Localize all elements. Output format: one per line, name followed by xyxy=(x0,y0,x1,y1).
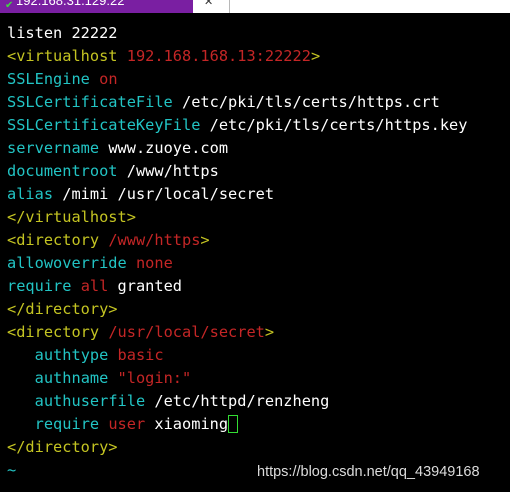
config-token: xiaoming xyxy=(154,415,229,433)
config-token: > xyxy=(310,47,321,65)
config-token: ~ xyxy=(7,461,17,479)
config-token: user xyxy=(108,415,155,433)
config-token: allowoverride xyxy=(7,254,136,272)
config-token: SSLCertificateFile xyxy=(7,93,182,111)
watermark: https://blog.csdn.net/qq_43949168 xyxy=(257,464,480,480)
config-token: servername xyxy=(7,139,109,157)
config-line: authuserfile /etc/httpd/renzheng xyxy=(7,390,510,413)
config-token: listen 22222 xyxy=(7,24,118,42)
config-token: SSLEngine xyxy=(7,70,100,88)
tab-title: 192.168.31.129:22 xyxy=(16,0,125,8)
config-line: allowoverride none xyxy=(7,252,510,275)
tab-bar: ✔ 192.168.31.129:22 ✕ xyxy=(0,0,510,13)
config-token: </directory> xyxy=(7,438,118,456)
close-icon[interactable]: ✕ xyxy=(204,0,216,9)
config-token: alias xyxy=(7,185,63,203)
config-token: all xyxy=(80,277,109,295)
config-line: require user xiaoming xyxy=(7,413,510,436)
config-token: /mimi /usr/local/secret xyxy=(62,185,275,203)
config-line: <virtualhost 192.168.168.13:22222> xyxy=(7,45,510,68)
config-token: basic xyxy=(117,346,164,364)
config-token xyxy=(7,346,35,364)
terminal-editor[interactable]: listen 22222 <virtualhost 192.168.168.13:… xyxy=(7,22,510,482)
tab-divider xyxy=(229,0,230,13)
config-token: authname xyxy=(34,369,118,387)
session-tab[interactable]: ✔ 192.168.31.129:22 xyxy=(0,0,193,13)
config-token xyxy=(7,369,35,387)
config-token: /usr/local/secret xyxy=(108,323,265,341)
config-line: </directory> xyxy=(7,298,510,321)
config-line: SSLEngine on xyxy=(7,68,510,91)
config-token: www.zuoye.com xyxy=(108,139,229,157)
config-token: require xyxy=(7,277,81,295)
config-line: SSLCertificateFile /etc/pki/tls/certs/ht… xyxy=(7,91,510,114)
config-line: listen 22222 xyxy=(7,22,510,45)
config-token: /www/https xyxy=(126,162,219,180)
config-token: none xyxy=(135,254,173,272)
config-line: </directory> xyxy=(7,436,510,459)
config-token: granted xyxy=(108,277,183,295)
config-line: authname "login:" xyxy=(7,367,510,390)
config-line: SSLCertificateKeyFile /etc/pki/tls/certs… xyxy=(7,114,510,137)
config-token xyxy=(7,415,35,433)
config-token: on xyxy=(99,70,118,88)
config-token: authuserfile xyxy=(34,392,155,410)
config-token: /etc/pki/tls/certs/https.key xyxy=(209,116,468,134)
config-token: <virtualhost xyxy=(7,47,127,65)
config-token xyxy=(7,392,35,410)
config-token: /etc/pki/tls/certs/https.crt xyxy=(181,93,440,111)
config-line: servername www.zuoye.com xyxy=(7,137,510,160)
config-token: > xyxy=(200,231,210,249)
config-token: </directory> xyxy=(7,300,118,318)
config-line: authtype basic xyxy=(7,344,510,367)
config-line: </virtualhost> xyxy=(7,206,510,229)
config-line: <directory /usr/local/secret> xyxy=(7,321,510,344)
config-line: <directory /www/https> xyxy=(7,229,510,252)
config-token: /etc/httpd/renzheng xyxy=(154,392,330,410)
config-token: documentroot xyxy=(7,162,127,180)
config-token: </virtualhost> xyxy=(7,208,136,226)
config-token: /www/https xyxy=(108,231,201,249)
config-line: documentroot /www/https xyxy=(7,160,510,183)
config-token: > xyxy=(264,323,275,341)
config-line: alias /mimi /usr/local/secret xyxy=(7,183,510,206)
config-token: 192.168.168.13:22222 xyxy=(126,47,311,65)
config-token: SSLCertificateKeyFile xyxy=(7,116,210,134)
check-icon: ✔ xyxy=(5,0,14,11)
text-cursor xyxy=(228,415,239,433)
config-token: <directory xyxy=(7,323,109,341)
config-token: authtype xyxy=(34,346,118,364)
config-token: "login:" xyxy=(117,369,192,387)
config-token: <directory xyxy=(7,231,109,249)
config-line: require all granted xyxy=(7,275,510,298)
config-token: require xyxy=(34,415,109,433)
